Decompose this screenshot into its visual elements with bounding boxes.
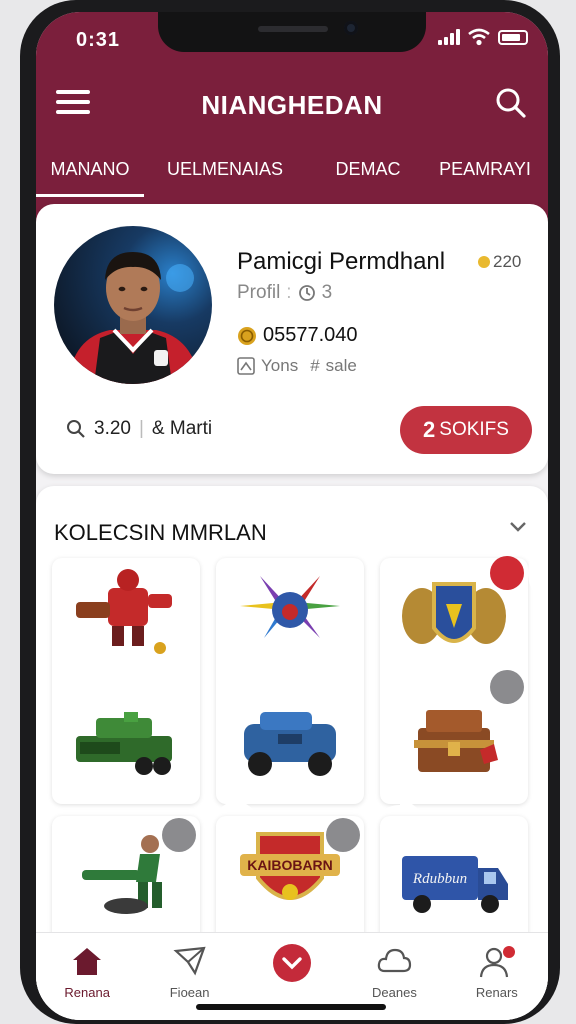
collection-item-robot[interactable] <box>52 558 200 804</box>
app-screen: 0:31 NIANGHEDAN MANANO UELMENAIAS DEMAC … <box>36 12 548 1020</box>
home-icon <box>73 948 102 975</box>
emblem-icon: KAIBOBARN <box>240 832 340 900</box>
treasure-chest-icon <box>414 710 498 772</box>
action-label: SOKIFS <box>439 419 509 440</box>
tag-sale: sale <box>325 356 357 375</box>
cloud-icon <box>378 948 412 973</box>
nav-label-profile: Renars <box>475 985 518 1000</box>
home-indicator <box>196 1004 386 1010</box>
green-tank-icon <box>76 712 172 775</box>
status-icons <box>438 28 528 46</box>
send-icon <box>173 946 206 976</box>
profile-name: Pamicgi Permdhanl <box>237 248 446 275</box>
stat-value: 3.20 <box>94 418 131 439</box>
app-title: NIANGHEDAN <box>201 90 383 120</box>
player-portrait <box>54 226 212 384</box>
coin-icon <box>238 326 256 345</box>
avatar[interactable] <box>54 226 212 384</box>
front-camera <box>344 21 358 35</box>
nav-profile[interactable]: Renars <box>446 933 548 1020</box>
medal-icon <box>478 256 490 268</box>
refresh-icon <box>298 285 315 301</box>
robot-figure-icon <box>76 569 172 654</box>
search-icon <box>496 88 526 118</box>
signal-icon <box>438 29 460 45</box>
emblem-text: KAIBOBARN <box>247 857 333 873</box>
tab-demac[interactable]: DEMAC <box>320 154 416 194</box>
coin-balance: 05577.040 <box>237 324 358 347</box>
nav-label-send: Fioean <box>169 985 210 1000</box>
action-button[interactable]: 2 SOKIFS <box>400 406 532 454</box>
nav-label-cloud: Deanes <box>372 985 417 1000</box>
stat-marti: & Marti <box>151 418 213 439</box>
tab-peamrayi[interactable]: PEAMRAYI <box>430 154 540 194</box>
delivery-truck-icon: Rdubbun <box>402 856 508 913</box>
spiked-drone-icon <box>240 576 340 638</box>
stat-divider: | <box>138 418 144 439</box>
profile-badge: 220 <box>478 252 521 272</box>
status-time: 0:31 <box>76 29 121 51</box>
profile-subline: Profil : 3 <box>237 282 332 304</box>
coin-value: 05577.040 <box>263 324 358 346</box>
search-icon <box>67 420 85 438</box>
center-action-icon <box>273 944 312 982</box>
truck-text: Rdubbun <box>412 871 467 887</box>
profile-stats: 3.20 | & Marti <box>66 418 212 440</box>
wifi-icon <box>468 28 490 46</box>
app-bar: NIANGHEDAN <box>36 82 548 126</box>
collection-title: KOLECSIN MMRLAN <box>54 520 267 545</box>
profile-icon <box>479 946 515 978</box>
nav-label-home: Renana <box>64 985 110 1000</box>
profile-tags: Yons # sale <box>237 356 357 376</box>
collection-item-drone[interactable] <box>216 558 364 804</box>
profile-sub-count: 3 <box>321 282 333 303</box>
profile-label: Profil <box>237 282 281 303</box>
search-button[interactable] <box>494 86 528 120</box>
battery-icon <box>498 29 528 45</box>
tab-manano[interactable]: MANANO <box>36 154 144 197</box>
armored-shield-icon <box>402 582 506 644</box>
camera-notch <box>158 12 426 52</box>
profile-card: Pamicgi Permdhanl 220 Profil : 3 05577.0… <box>36 204 548 474</box>
tab-uelmenaias[interactable]: UELMENAIAS <box>150 154 300 194</box>
flying-hero-icon <box>82 835 162 914</box>
divider: : <box>286 282 292 303</box>
category-tabs: MANANO UELMENAIAS DEMAC PEAMRAYI <box>36 154 548 197</box>
hash-icon: # <box>310 356 320 375</box>
tag-icon <box>237 357 255 375</box>
collection-item-shield[interactable] <box>380 540 548 804</box>
badge-count: 220 <box>493 252 522 271</box>
speaker-grill <box>258 26 328 32</box>
action-number: 2 <box>423 417 436 442</box>
blue-vehicle-icon <box>244 712 336 776</box>
tag-yons: Yons <box>261 356 299 375</box>
nav-home[interactable]: Renana <box>36 933 138 1020</box>
